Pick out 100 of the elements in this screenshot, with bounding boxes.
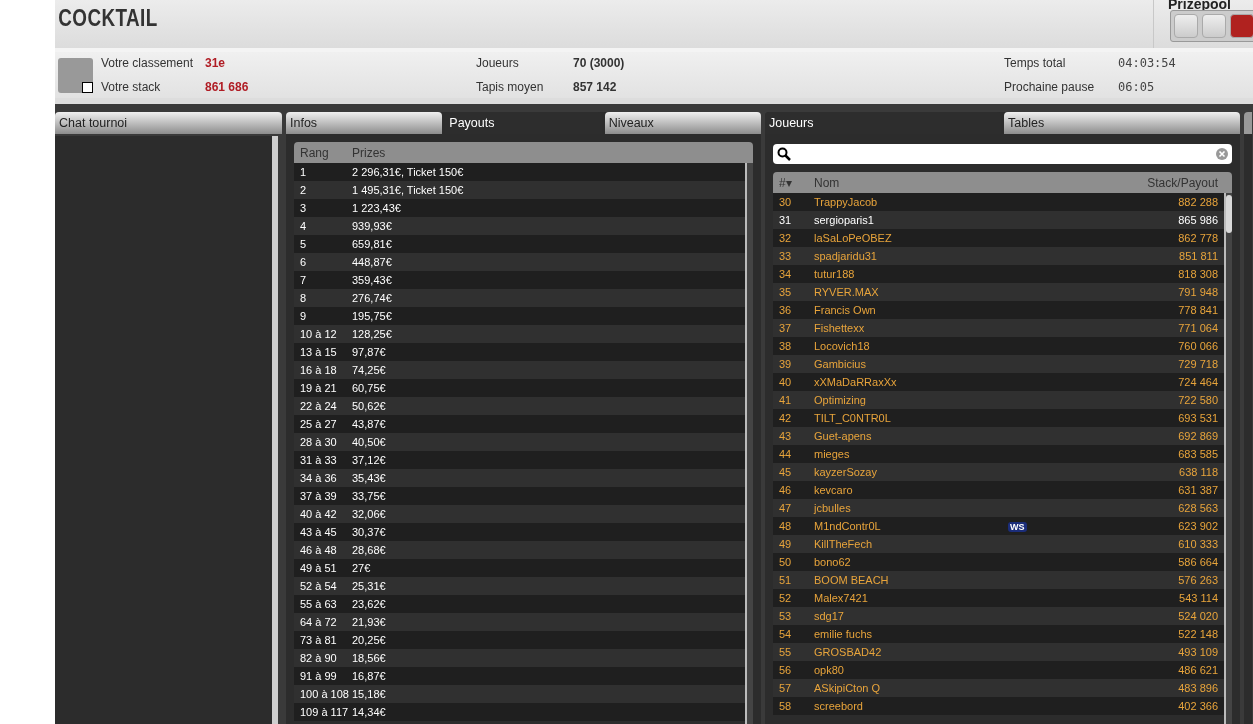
- table-cell-text: 34 à 36: [299, 470, 338, 486]
- table-cell-text: 14,34€: [352, 704, 386, 720]
- table-cell-text: 1: [299, 164, 308, 180]
- column-header[interactable]: Prizes: [352, 143, 386, 162]
- player-row[interactable]: 37 Fishettexx 771 064: [773, 319, 1224, 337]
- player-row[interactable]: 46 kevcaro 631 387: [773, 481, 1224, 499]
- player-row[interactable]: 40 xXMaDaRRaxXx 724 464: [773, 373, 1224, 391]
- table-cell-text: Francis Own: [814, 302, 877, 318]
- player-row[interactable]: 30 TrappyJacob 882 288: [773, 193, 1224, 211]
- player-row[interactable]: 51 BOOM BEACH 576 263: [773, 571, 1224, 589]
- table-cell-text: 10 à 12: [299, 326, 338, 342]
- table-cell-text: 15,18€: [352, 686, 386, 702]
- table-cell-text: 47: [778, 500, 793, 516]
- column-header[interactable]: Rang: [294, 143, 352, 162]
- table-cell-text: 30,37€: [352, 524, 386, 540]
- table-cell-text: 32: [778, 230, 793, 246]
- table-cell-text: 7: [299, 272, 308, 288]
- scrollbar[interactable]: [745, 163, 753, 724]
- player-row[interactable]: 45 kayzerSozay 638 118: [773, 463, 1224, 481]
- table-cell-text: 43: [778, 428, 793, 444]
- table-cell-text: 486 621: [1178, 662, 1218, 678]
- clear-icon[interactable]: [1216, 148, 1228, 160]
- table-cell-text: 40: [778, 374, 793, 390]
- table-cell-text: 82 à 90: [299, 650, 338, 666]
- column-header[interactable]: #▾: [773, 173, 814, 192]
- player-row[interactable]: 32 laSaLoPeOBEZ 862 778: [773, 229, 1224, 247]
- table-cell-text: 25,31€: [352, 578, 386, 594]
- player-row[interactable]: 31 sergioparis1 865 986: [773, 211, 1224, 229]
- table-cell-text: 52: [778, 590, 793, 606]
- player-row[interactable]: 54 emilie fuchs 522 148: [773, 625, 1224, 643]
- player-row[interactable]: 38 Locovich18 760 066: [773, 337, 1224, 355]
- table-cell-text: 862 778: [1178, 230, 1218, 246]
- player-row[interactable]: 33 spadjaridu31 851 811: [773, 247, 1224, 265]
- table-cell-text: 1 223,43€: [352, 200, 401, 216]
- table-cell-text: 64 à 72: [299, 614, 338, 630]
- player-row[interactable]: 47 jcbulles 628 563: [773, 499, 1224, 517]
- table-cell-text: 33: [778, 248, 793, 264]
- table-cell-text: kevcaro: [814, 482, 854, 498]
- tab[interactable]: Niveaux: [604, 112, 761, 134]
- table-cell-text: 778 841: [1178, 302, 1218, 318]
- player-row[interactable]: 50 bono62 586 664: [773, 553, 1224, 571]
- table-cell-text: 760 066: [1178, 338, 1218, 354]
- player-row[interactable]: 41 Optimizing 722 580: [773, 391, 1224, 409]
- player-row[interactable]: 43 Guet-apens 692 869: [773, 427, 1224, 445]
- info-value: 06:05: [1118, 79, 1156, 96]
- table-cell-text: GROSBAD42: [814, 644, 883, 660]
- tournament-title: COCKTAIL: [57, 4, 158, 33]
- player-row[interactable]: 49 KillTheFech 610 333: [773, 535, 1224, 553]
- table-cell-text: 43,87€: [352, 416, 386, 432]
- tab[interactable]: Tables: [1004, 112, 1240, 134]
- table-cell-text: 13 à 15: [299, 344, 338, 360]
- table-cell-text: 631 387: [1178, 482, 1218, 498]
- player-row[interactable]: 39 Gambicius 729 718: [773, 355, 1224, 373]
- table-cell-text: 522 148: [1178, 626, 1218, 642]
- column-header[interactable]: Stack/Payout: [1147, 173, 1218, 192]
- table-cell-text: 30: [778, 194, 793, 210]
- table-cell-text: jcbulles: [814, 500, 852, 516]
- tab[interactable]: Infos: [286, 112, 443, 134]
- table-cell-text: 45: [778, 464, 793, 480]
- info-value: 31e: [205, 55, 227, 72]
- table-cell-text: 724 464: [1178, 374, 1218, 390]
- player-row[interactable]: 44 mieges 683 585: [773, 445, 1224, 463]
- table-cell-text: 623 902: [1178, 518, 1218, 534]
- table-cell-text: 23,62€: [352, 596, 386, 612]
- chat-tab[interactable]: Chat tournoi: [55, 112, 282, 134]
- table-cell-text: 109 à 117: [299, 704, 350, 720]
- player-row[interactable]: 48 M1ndContr0L WS 623 902: [773, 517, 1224, 535]
- table-cell-text: 18,56€: [352, 650, 386, 666]
- table-cell-text: ASkipiCton Q: [814, 680, 882, 696]
- table-cell-text: Fishettexx: [814, 320, 866, 336]
- info-label: Votre stack: [101, 79, 162, 96]
- player-row[interactable]: 58 screebord 402 366: [773, 697, 1224, 715]
- table-cell-text: 38: [778, 338, 793, 354]
- table-cell-text: 22 à 24: [299, 398, 338, 414]
- table-cell-text: 55: [778, 644, 793, 660]
- player-row[interactable]: 55 GROSBAD42 493 109: [773, 643, 1224, 661]
- info-value: 04:03:54: [1118, 55, 1177, 72]
- player-row[interactable]: 53 sdg17 524 020: [773, 607, 1224, 625]
- table-cell-text: 19 à 21: [299, 380, 338, 396]
- table-cell-text: laSaLoPeOBEZ: [814, 230, 893, 246]
- table-cell-text: emilie fuchs: [814, 626, 874, 642]
- avatar-icon[interactable]: [58, 57, 93, 93]
- player-row[interactable]: 52 Malex7421 543 114: [773, 589, 1224, 607]
- player-row[interactable]: 56 opk80 486 621: [773, 661, 1224, 679]
- scrollbar[interactable]: [1224, 193, 1232, 724]
- player-row[interactable]: 36 Francis Own 778 841: [773, 301, 1224, 319]
- player-row[interactable]: 42 TILT_C0NTR0L 693 531: [773, 409, 1224, 427]
- table-cell-text: 25 à 27: [299, 416, 338, 432]
- player-row[interactable]: 34 tutur188 818 308: [773, 265, 1224, 283]
- player-row[interactable]: 57 ASkipiCton Q 483 896: [773, 679, 1224, 697]
- table-cell-text: 729 718: [1178, 356, 1218, 372]
- search-field[interactable]: [773, 144, 1232, 164]
- table-cell-text: 2 296,31€, Ticket 150€: [352, 164, 464, 180]
- player-row[interactable]: 35 RYVER.MAX 791 948: [773, 283, 1224, 301]
- column-header[interactable]: Nom: [814, 173, 1148, 192]
- table-cell-text: 54: [778, 626, 793, 642]
- table-cell-text: 58: [778, 698, 793, 714]
- table-cell-text: tutur188: [814, 266, 856, 282]
- table-cell-text: 36: [778, 302, 793, 318]
- table-cell-text: 2: [299, 182, 308, 198]
